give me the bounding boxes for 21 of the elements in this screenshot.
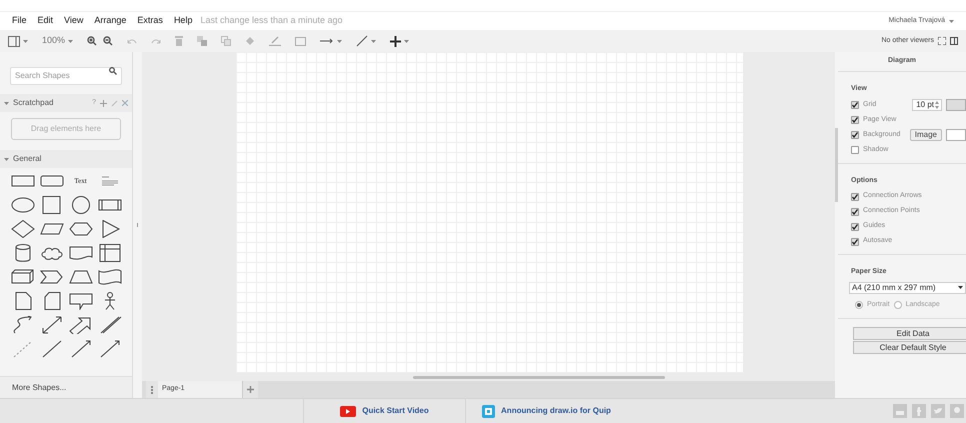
panel-button[interactable]: Edit Data: [853, 327, 966, 340]
paper-size-select[interactable]: A4 (210 mm x 297 mm): [849, 282, 966, 294]
last-change-text: Last change less than a minute ago: [200, 14, 343, 28]
menu-item[interactable]: Help: [174, 14, 192, 28]
search-field[interactable]: Search Shapes: [10, 66, 122, 84]
more-shapes-button[interactable]: More Shapes...: [0, 376, 132, 398]
menu-item[interactable]: File: [12, 14, 27, 28]
panel-button[interactable]: Clear Default Style: [853, 341, 966, 354]
zoom-dropdown[interactable]: 100%: [42, 34, 74, 48]
grid-size-field[interactable]: 10 pt: [912, 99, 942, 111]
menu-item[interactable]: Extras: [137, 14, 163, 28]
drop-zone: Drag elements here: [11, 118, 121, 140]
footer-link[interactable]: Quick Start Video: [362, 405, 429, 417]
menu-item[interactable]: Edit: [38, 14, 54, 28]
section-header[interactable]: General: [0, 150, 132, 168]
section-title: General: [13, 153, 42, 165]
menu-item[interactable]: View: [64, 14, 84, 28]
menu-item[interactable]: Arrange: [94, 14, 126, 28]
footer-link[interactable]: Announcing draw.io for Quip: [501, 405, 611, 417]
section-title: Scratchpad: [13, 97, 54, 109]
image-button[interactable]: Image: [910, 129, 942, 141]
